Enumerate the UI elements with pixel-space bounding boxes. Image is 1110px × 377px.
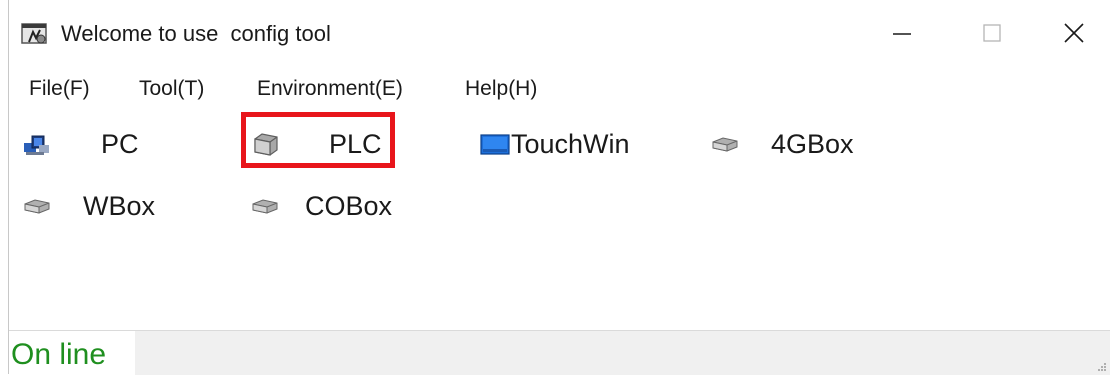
device-item-4gbox[interactable]: 4GBox — [709, 122, 854, 166]
device-label-cobox: COBox — [305, 191, 393, 221]
device-label-4gbox: 4GBox — [771, 129, 854, 159]
menu-tool[interactable]: Tool(T) — [139, 74, 204, 104]
menu-bar: File(F) Tool(T) Environment(E) Help(H) — [9, 66, 1110, 112]
config-tool-window: Welcome to use config tool File(F) Tool(… — [8, 0, 1110, 375]
minimize-icon — [893, 33, 911, 35]
device-label-wbox: WBox — [83, 191, 156, 221]
device-item-wbox[interactable]: WBox — [21, 184, 155, 228]
device-list: PC PLC TouchWin 4GBox WBox COBox — [9, 112, 1110, 330]
title-bar[interactable]: Welcome to use config tool — [9, 0, 1110, 66]
status-bar: On line — [9, 330, 1110, 375]
status-cell: On line — [9, 331, 135, 375]
config-tool-icon — [21, 22, 49, 46]
minimize-button[interactable] — [867, 10, 937, 56]
touchwin-icon — [479, 130, 511, 158]
device-item-touchwin[interactable]: TouchWin — [479, 122, 630, 166]
box-device-icon — [21, 192, 53, 220]
device-label-pc: PC — [101, 129, 139, 159]
box-device-icon — [249, 192, 281, 220]
pc-icon — [21, 130, 53, 158]
menu-environment[interactable]: Environment(E) — [257, 74, 403, 104]
device-item-pc[interactable]: PC — [21, 122, 139, 166]
resize-grip-icon[interactable] — [1095, 359, 1107, 371]
close-button[interactable] — [1039, 10, 1109, 56]
device-item-cobox[interactable]: COBox — [249, 184, 392, 228]
maximize-icon — [983, 24, 1001, 42]
box-device-icon — [709, 130, 741, 158]
maximize-button[interactable] — [957, 10, 1027, 56]
connection-status: On line — [11, 338, 107, 371]
window-title: Welcome to use config tool — [61, 21, 331, 46]
menu-help[interactable]: Help(H) — [465, 74, 537, 104]
plc-highlight-box — [241, 112, 395, 168]
close-icon — [1064, 23, 1084, 43]
device-label-touchwin: TouchWin — [511, 129, 630, 159]
menu-file[interactable]: File(F) — [29, 74, 90, 104]
